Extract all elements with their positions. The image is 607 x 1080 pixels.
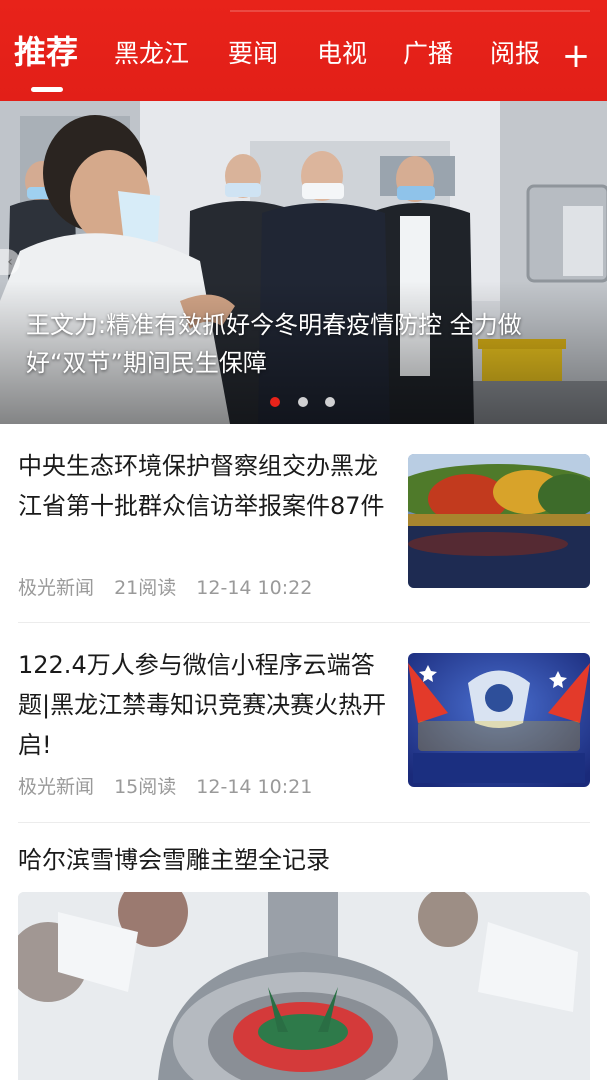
news-time: 12-14 10:22 bbox=[196, 577, 313, 599]
news-reads: 15阅读 bbox=[114, 776, 177, 798]
headline-carousel[interactable]: 王文力:精准有效抓好今冬明春疫情防控 全力做好“双节”期间民生保障 ‹ bbox=[0, 101, 607, 424]
news-title[interactable]: 122.4万人参与微信小程序云端答题|黑龙江禁毒知识竞赛决赛火热开启! bbox=[18, 645, 388, 765]
news-time: 12-14 10:21 bbox=[196, 776, 313, 798]
add-channel-button[interactable]: + bbox=[561, 36, 591, 76]
news-item[interactable]: 122.4万人参与微信小程序云端答题|黑龙江禁毒知识竞赛决赛火热开启! 极光新闻… bbox=[0, 623, 607, 821]
news-meta: 极光新闻 15阅读 12-14 10:21 bbox=[18, 775, 326, 799]
news-title[interactable]: 中央生态环境保护督察组交办黑龙江省第十批群众信访举报案件87件 bbox=[18, 446, 388, 526]
news-meta: 极光新闻 21阅读 12-14 10:22 bbox=[18, 576, 326, 600]
tab-heilongjiang[interactable]: 黑龙江 bbox=[114, 28, 189, 80]
tab-recommend[interactable]: 推荐 bbox=[14, 26, 78, 78]
tab-radio[interactable]: 广播 bbox=[403, 28, 453, 80]
news-source: 极光新闻 bbox=[18, 776, 95, 798]
tab-newspaper[interactable]: 阅报 bbox=[490, 28, 540, 80]
carousel-dot-2[interactable] bbox=[298, 397, 308, 407]
carousel-dot-1[interactable] bbox=[270, 397, 280, 407]
feature-image[interactable] bbox=[18, 892, 590, 1080]
tab-headlines[interactable]: 要闻 bbox=[228, 28, 278, 80]
status-strip bbox=[230, 10, 590, 12]
news-thumbnail[interactable] bbox=[408, 653, 590, 787]
news-item[interactable]: 中央生态环境保护督察组交办黑龙江省第十批群众信访举报案件87件 极光新闻 21阅… bbox=[0, 424, 607, 622]
news-thumbnail[interactable] bbox=[408, 454, 590, 588]
divider bbox=[18, 822, 590, 823]
top-header: 推荐 黑龙江 要闻 电视 广播 阅报 + bbox=[0, 0, 607, 101]
carousel-caption[interactable]: 王文力:精准有效抓好今冬明春疫情防控 全力做好“双节”期间民生保障 bbox=[26, 306, 581, 382]
feature-title[interactable]: 哈尔滨雪博会雪雕主塑全记录 bbox=[18, 842, 330, 878]
active-tab-indicator bbox=[31, 87, 63, 92]
carousel-dot-3[interactable] bbox=[325, 397, 335, 407]
news-reads: 21阅读 bbox=[114, 577, 177, 599]
news-source: 极光新闻 bbox=[18, 577, 95, 599]
tab-tv[interactable]: 电视 bbox=[317, 28, 367, 80]
channel-tabs: 推荐 黑龙江 要闻 电视 广播 阅报 bbox=[0, 28, 607, 88]
